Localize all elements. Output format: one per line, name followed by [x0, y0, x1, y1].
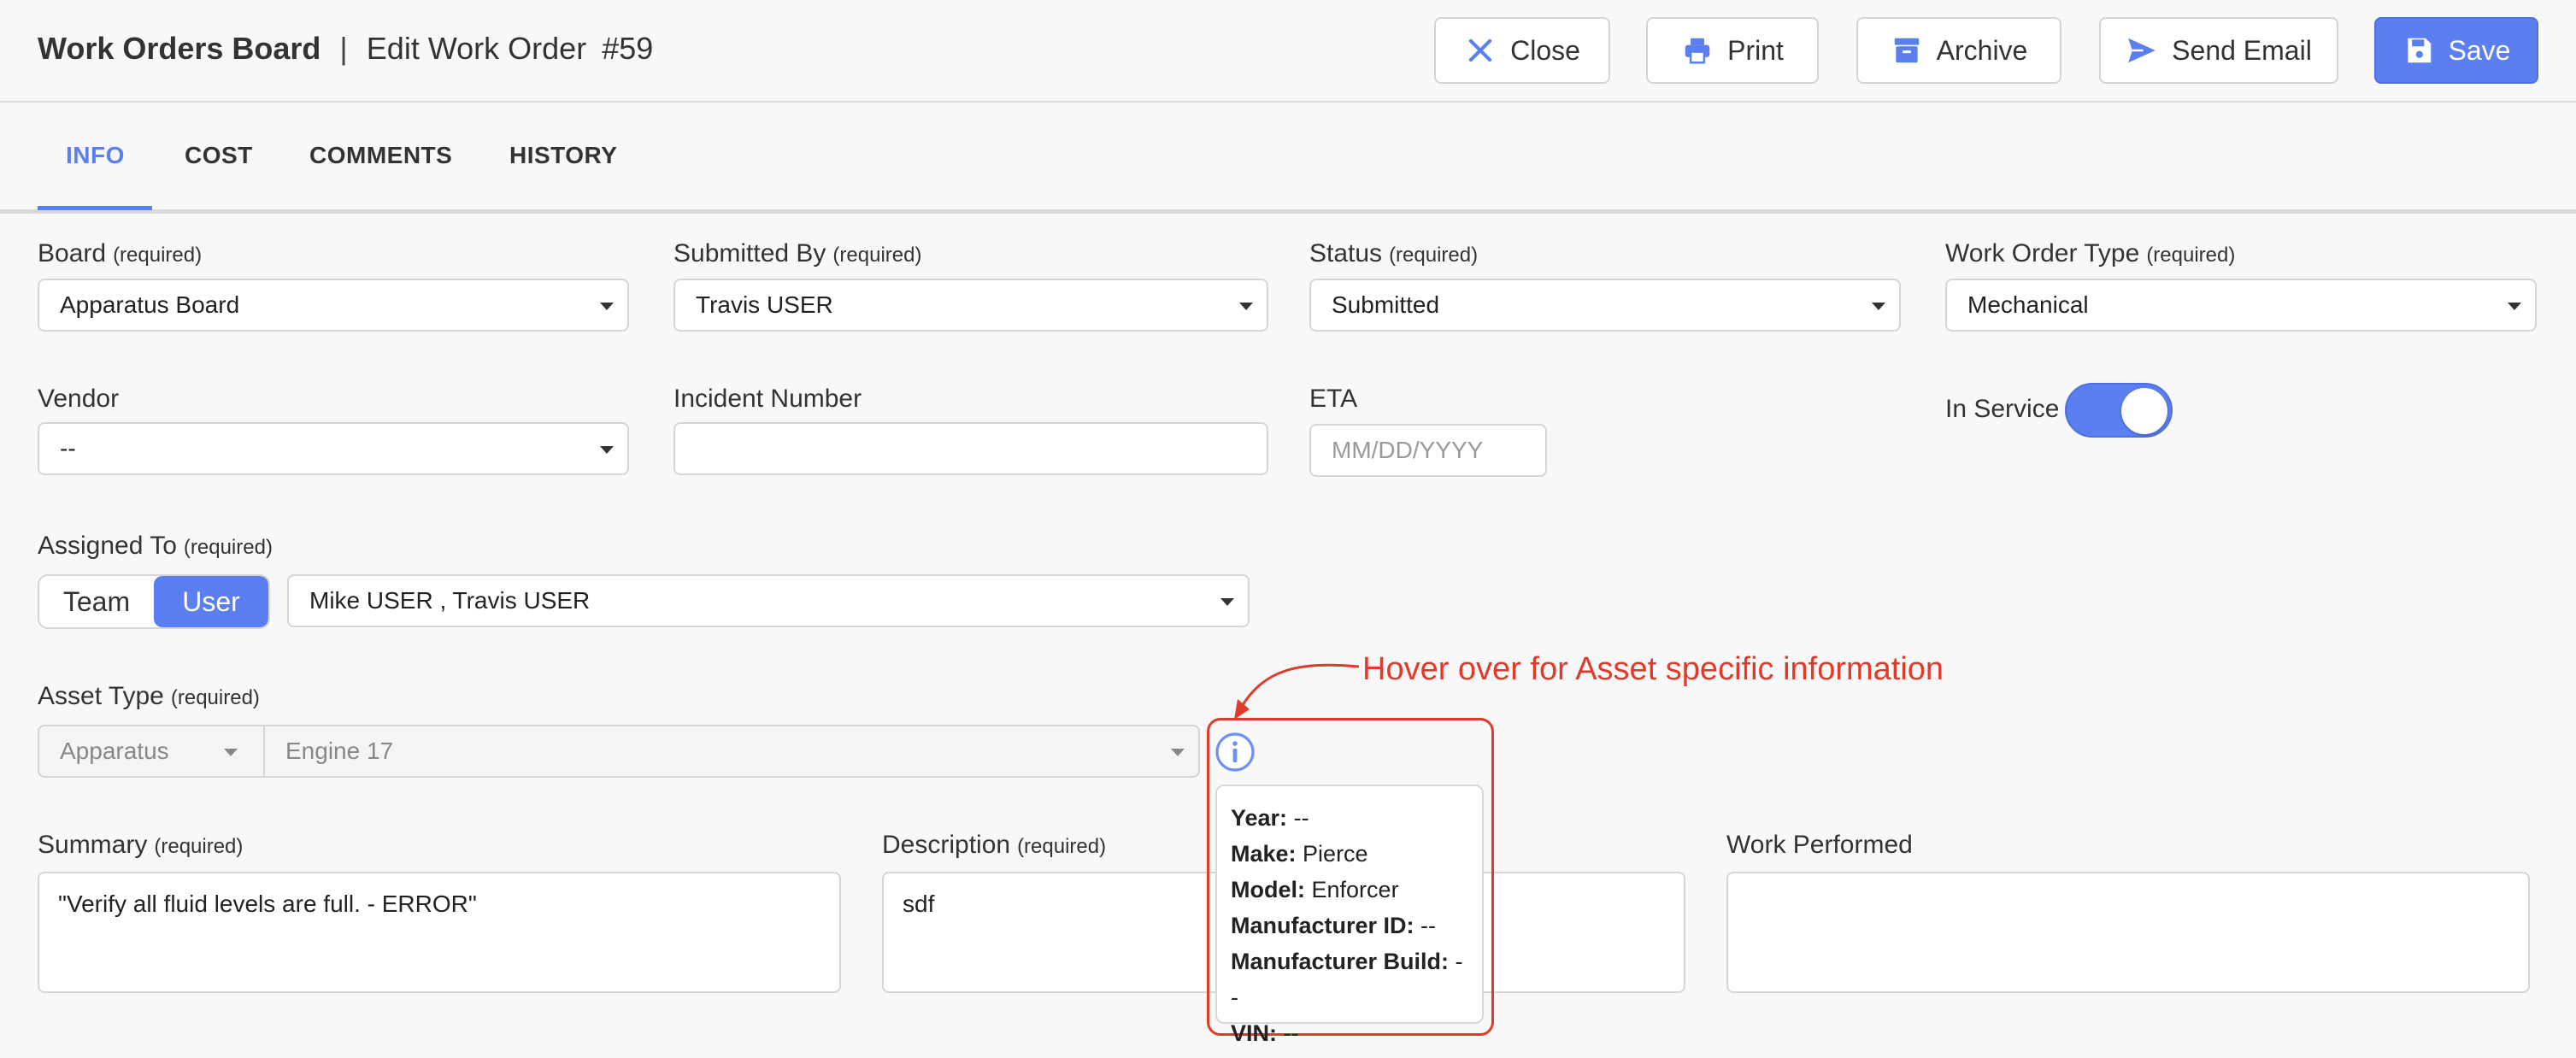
app-title: Work Orders Board	[38, 31, 321, 66]
chevron-down-icon	[224, 749, 238, 756]
work-performed-label: Work Performed	[1726, 831, 1913, 859]
tooltip-row-manufacturer-id: Manufacturer ID: --	[1231, 913, 1437, 938]
send-icon	[2128, 38, 2156, 63]
vendor-select[interactable]: --	[38, 422, 629, 475]
tooltip-row-model: Model: Enforcer	[1231, 877, 1399, 902]
assigned-users-select[interactable]: Mike USER , Travis USER	[287, 574, 1250, 627]
submitted-by-value: Travis USER	[696, 291, 833, 318]
summary-textarea[interactable]: "Verify all fluid levels are full. - ERR…	[38, 872, 841, 993]
status-select[interactable]: Submitted	[1309, 279, 1901, 332]
description-label: Description (required)	[882, 831, 1107, 859]
annotation-text: Hover over for Asset specific informatio…	[1362, 651, 1944, 687]
assigned-to-label: Assigned To (required)	[38, 532, 273, 560]
tab-bar: INFO COST COMMENTS HISTORY	[0, 104, 2576, 214]
print-button-label: Print	[1727, 34, 1784, 66]
asset-value: Engine 17	[285, 738, 394, 764]
in-service-label: In Service	[1945, 395, 2060, 423]
send-email-button[interactable]: Send Email	[2099, 17, 2338, 84]
close-button[interactable]: Close	[1434, 17, 1610, 84]
submitted-by-select[interactable]: Travis USER	[673, 279, 1268, 332]
work-order-type-select[interactable]: Mechanical	[1945, 279, 2537, 332]
active-tab-indicator	[38, 206, 152, 210]
assigned-users-value: Mike USER , Travis USER	[309, 587, 591, 614]
assigned-to-segmented-control: Team User	[38, 574, 270, 629]
chevron-down-icon	[1220, 598, 1234, 606]
edit-title: Edit Work Order	[366, 31, 587, 66]
chevron-down-icon	[2508, 303, 2521, 310]
tab-comments[interactable]: COMMENTS	[309, 142, 452, 169]
eta-label: ETA	[1309, 385, 1358, 413]
save-button[interactable]: Save	[2374, 17, 2538, 84]
header-bar: Work Orders Board | Edit Work Order #59 Clo…	[0, 0, 2576, 103]
segment-user[interactable]: User	[154, 576, 268, 627]
work-order-type-value: Mechanical	[1967, 291, 2089, 318]
toggle-knob	[2121, 388, 2167, 434]
board-select[interactable]: Apparatus Board	[38, 279, 629, 332]
print-button[interactable]: Print	[1646, 17, 1819, 84]
chevron-down-icon	[600, 303, 614, 310]
tooltip-row-vin: VIN: --	[1231, 1020, 1299, 1046]
archive-button[interactable]: Archive	[1856, 17, 2061, 84]
tab-info[interactable]: INFO	[66, 142, 125, 169]
submitted-by-label: Submitted By (required)	[673, 239, 922, 267]
board-label: Board (required)	[38, 239, 203, 267]
in-service-toggle[interactable]	[2065, 383, 2173, 438]
tooltip-row-make: Make: Pierce	[1231, 841, 1368, 867]
tab-history[interactable]: HISTORY	[509, 142, 617, 169]
printer-icon	[1685, 38, 1710, 64]
status-value: Submitted	[1332, 291, 1440, 318]
summary-label: Summary (required)	[38, 831, 244, 859]
chevron-down-icon	[600, 446, 614, 454]
asset-category-select[interactable]: Apparatus	[38, 725, 265, 778]
incident-number-input[interactable]	[673, 422, 1268, 475]
incident-number-label: Incident Number	[673, 385, 862, 413]
attachments-label-clipped	[38, 1044, 174, 1058]
asset-category-value: Apparatus	[60, 738, 169, 764]
vendor-value: --	[60, 435, 76, 461]
page-title: Work Orders Board | Edit Work Order #59	[38, 31, 653, 67]
archive-button-label: Archive	[1936, 34, 2028, 66]
title-separator: |	[339, 31, 348, 66]
order-number: #59	[602, 31, 654, 66]
chevron-down-icon	[1239, 303, 1253, 310]
work-performed-textarea[interactable]	[1726, 872, 2530, 993]
asset-type-label: Asset Type (required)	[38, 682, 260, 710]
asset-select[interactable]: Engine 17	[263, 725, 1200, 778]
vendor-label: Vendor	[38, 385, 120, 413]
info-icon[interactable]	[1214, 731, 1256, 773]
asset-info-tooltip: Year: -- Make: Pierce Model: Enforcer Ma…	[1215, 785, 1484, 1046]
eta-date-input[interactable]: MM/DD/YYYY	[1309, 424, 1547, 477]
status-label: Status (required)	[1309, 239, 1479, 267]
send-email-button-label: Send Email	[2172, 34, 2312, 66]
work-order-type-label: Work Order Type (required)	[1945, 239, 2236, 267]
tooltip-row-manufacturer-build: Manufacturer Build: --	[1231, 949, 1463, 1010]
close-button-label: Close	[1510, 34, 1580, 66]
save-icon	[2407, 38, 2431, 63]
segment-team[interactable]: Team	[39, 576, 154, 627]
tab-cost[interactable]: COST	[185, 142, 253, 169]
board-value: Apparatus Board	[60, 291, 240, 318]
save-button-label: Save	[2448, 34, 2511, 66]
chevron-down-icon	[1872, 303, 1885, 310]
tooltip-row-year: Year: --	[1231, 805, 1309, 831]
chevron-down-icon	[1171, 749, 1185, 756]
archive-icon	[1894, 38, 1919, 63]
close-icon	[1468, 38, 1492, 62]
